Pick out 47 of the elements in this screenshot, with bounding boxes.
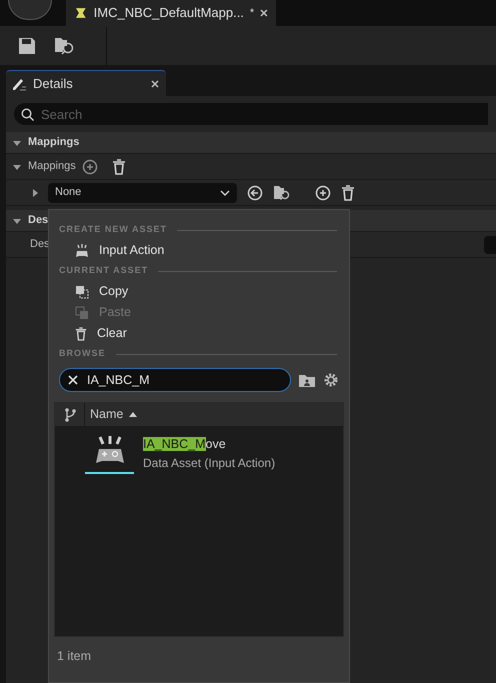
- details-title: Details: [33, 74, 73, 93]
- menu-section-header: CREATE NEW ASSET: [59, 223, 168, 236]
- asset-row[interactable]: IA_NBC_Move Data Asset (Input Action): [55, 427, 343, 474]
- details-tab[interactable]: Details: [6, 70, 166, 96]
- copy-icon: [75, 284, 89, 298]
- mapping-asset-icon: [74, 6, 88, 20]
- gamepad-icon: [75, 244, 89, 258]
- close-icon[interactable]: [260, 9, 268, 17]
- asset-type: Data Asset (Input Action): [143, 454, 276, 472]
- paste-icon: [75, 306, 89, 320]
- sort-up-icon: [129, 412, 138, 417]
- document-tab[interactable]: IMC_NBC_DefaultMapp... *: [66, 0, 276, 26]
- menu-section-header: CURRENT ASSET: [59, 264, 148, 278]
- delete-icon[interactable]: [112, 158, 126, 174]
- text-field[interactable]: [484, 236, 496, 254]
- branch-icon[interactable]: [64, 408, 76, 422]
- menu-item[interactable]: Input Action: [59, 240, 339, 261]
- unsaved-mark: *: [250, 6, 254, 21]
- pencil-icon: [11, 76, 27, 90]
- item-count: 1 item: [57, 648, 92, 665]
- chevron-down-icon: [220, 190, 230, 196]
- asset-name: IA_NBC_Move: [143, 436, 227, 453]
- property-label: Mappings: [28, 159, 76, 174]
- clear-icon[interactable]: [68, 375, 78, 385]
- section-title: Mappings: [28, 135, 80, 150]
- section-title: Des: [28, 213, 48, 228]
- settings-icon[interactable]: [323, 372, 339, 388]
- delete-icon[interactable]: [341, 184, 355, 200]
- save-icon[interactable]: [18, 36, 36, 54]
- asset-dropdown[interactable]: None: [48, 182, 237, 202]
- tab-title: IMC_NBC_DefaultMapp...: [94, 4, 244, 22]
- trash-icon[interactable]: [75, 326, 87, 340]
- add-icon[interactable]: [315, 184, 331, 200]
- search-icon: [21, 108, 34, 121]
- folder-icon[interactable]: [299, 374, 315, 386]
- add-icon[interactable]: [82, 158, 98, 174]
- menu-item[interactable]: Clear: [59, 323, 339, 344]
- name-column-header[interactable]: Name: [85, 403, 138, 426]
- section-header[interactable]: Mappings: [6, 132, 496, 154]
- expand-arrow-icon[interactable]: [30, 188, 40, 198]
- search-field[interactable]: Search: [14, 103, 488, 125]
- menu-section-header: BROWSE: [59, 347, 106, 360]
- folder-search-icon[interactable]: [54, 36, 76, 56]
- filter-field[interactable]: IA_NBC_M: [59, 368, 291, 392]
- menu-item[interactable]: Copy: [59, 281, 339, 302]
- folder-search-icon[interactable]: [273, 184, 291, 200]
- close-icon[interactable]: [151, 80, 159, 88]
